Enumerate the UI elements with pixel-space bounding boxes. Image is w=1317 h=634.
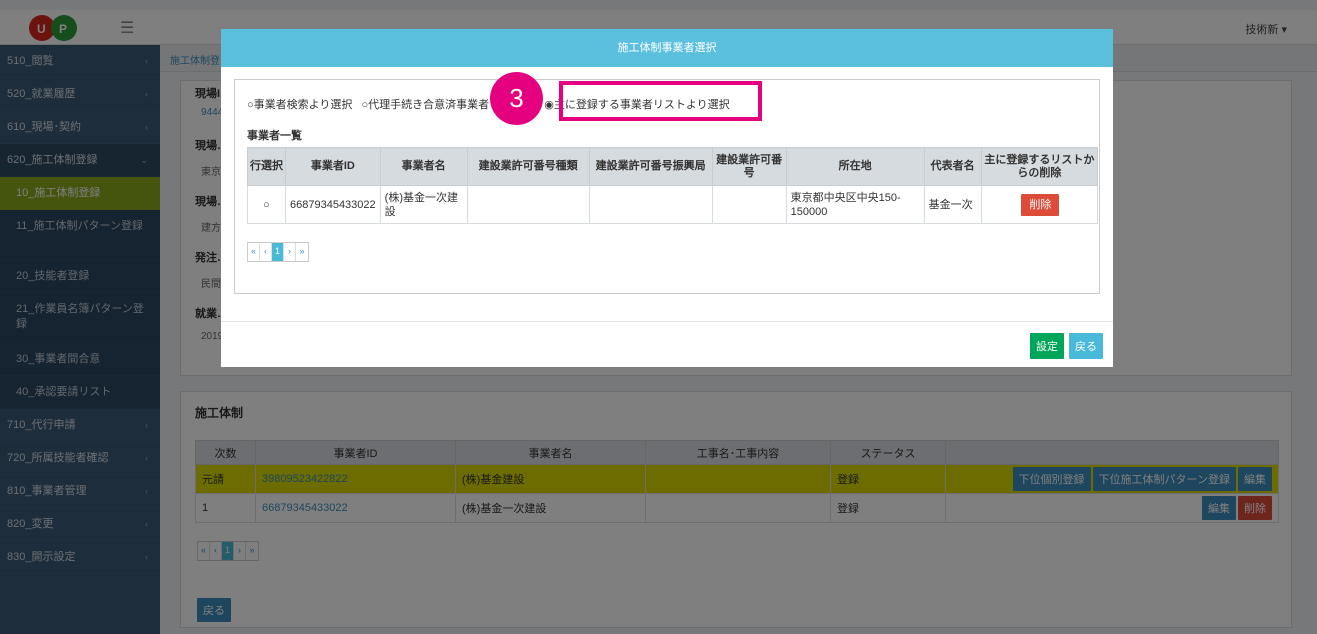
license-number-cell (711, 185, 787, 224)
step-number-badge: 3 (490, 72, 543, 125)
last-page-button[interactable]: » (296, 243, 308, 261)
column-header: 行選択 (247, 147, 286, 186)
column-header: 建設業許可番号種類 (466, 147, 590, 186)
first-page-button[interactable]: « (248, 243, 260, 261)
column-header: 代表者名 (923, 147, 982, 186)
company-select-modal: 施工体制事業者選択 ○事業者検索より選択 ○代理手続き合意済事業者選択 ◉主に登… (221, 29, 1113, 367)
radio-checked-icon: ◉ (544, 99, 554, 111)
radio-search-option[interactable]: ○事業者検索より選択 (247, 99, 352, 111)
license-bureau-cell (588, 185, 713, 224)
table-row: ○ 66879345433022 (株)基金一次建設 東京都中央区中央150-1… (247, 185, 1099, 224)
next-page-button[interactable]: › (284, 243, 296, 261)
list-title: 事業者一覧 (247, 130, 302, 142)
column-header: 事業者名 (379, 147, 468, 186)
delete-cell: 削除 (980, 185, 1099, 224)
representative-cell: 基金一次 (923, 185, 982, 224)
license-type-cell (466, 185, 590, 224)
column-header: 所在地 (785, 147, 925, 186)
set-button[interactable]: 設定 (1030, 333, 1064, 359)
back-button[interactable]: 戻る (1069, 333, 1103, 359)
radio-unchecked-icon: ○ (247, 99, 254, 111)
address-cell: 東京都中央区中央150-150000 (785, 185, 925, 224)
column-header: 主に登録するリストからの削除 (980, 147, 1099, 186)
column-header: 建設業許可番号振興局 (588, 147, 713, 186)
modal-footer-divider (221, 321, 1113, 322)
radio-unchecked-icon[interactable]: ○ (263, 199, 270, 211)
page-1-button[interactable]: 1 (272, 243, 284, 261)
column-header: 事業者ID (285, 147, 381, 186)
modal-title: 施工体制事業者選択 (221, 29, 1113, 67)
pagination: « ‹ 1 › » (247, 242, 309, 262)
delete-button[interactable]: 削除 (1021, 193, 1060, 216)
radio-label: 事業者検索より選択 (253, 99, 353, 111)
row-select-cell: ○ (247, 185, 286, 224)
radio-label: 代理手続き合意済事業者 (368, 99, 490, 111)
prev-page-button[interactable]: ‹ (260, 243, 272, 261)
company-name-cell: (株)基金一次建設 (379, 185, 468, 224)
company-id-cell: 66879345433022 (285, 185, 381, 224)
highlight-box (559, 81, 762, 121)
column-header: 建設業許可番号 (711, 147, 787, 186)
company-list-table: 行選択 事業者ID 事業者名 建設業許可番号種類 建設業許可番号振興局 建設業許… (247, 147, 1099, 224)
